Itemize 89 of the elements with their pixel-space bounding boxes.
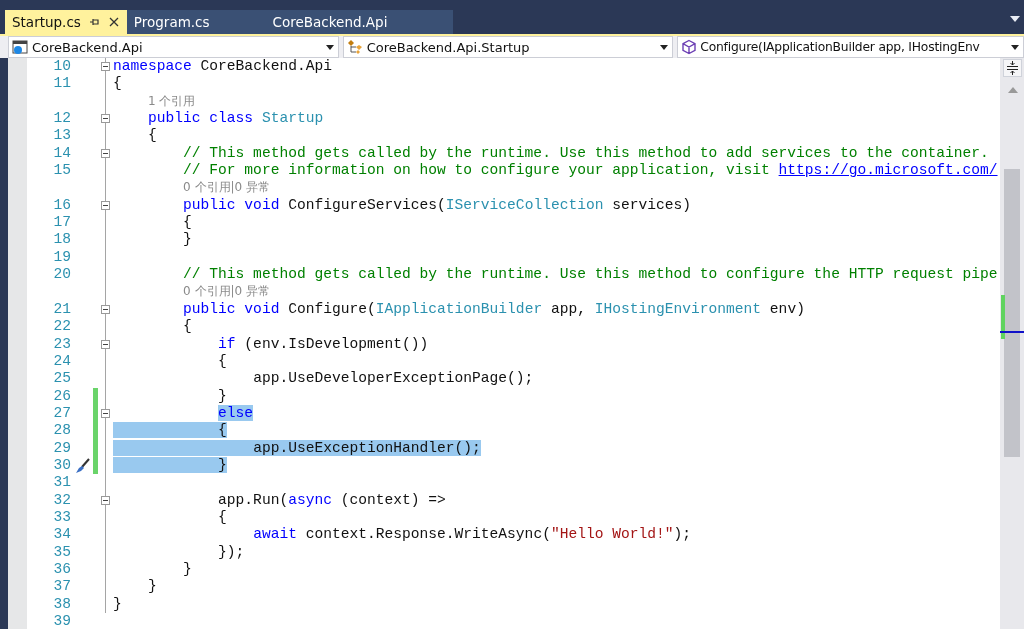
- file-tab[interactable]: Program.cs: [126, 10, 266, 34]
- file-tab[interactable]: Startup.cs: [5, 10, 127, 34]
- collapse-icon[interactable]: [101, 495, 110, 505]
- collapse-icon[interactable]: [101, 114, 110, 124]
- reference-count[interactable]: 0 个引用|0 异常: [183, 283, 271, 301]
- line-number: 39: [53, 613, 71, 629]
- line-number: 19: [53, 248, 71, 265]
- code-line: await context.Response.WriteAsync("Hello World!");: [252, 526, 692, 544]
- code-line: {: [182, 318, 192, 336]
- caret-position-marker: [1000, 331, 1024, 333]
- line-number: 31: [53, 474, 71, 491]
- code-line: // For more information on how to configure your application, visit https://go.microsoft.com/: [182, 162, 998, 180]
- navigation-dropdown[interactable]: CoreBackend.Api: [8, 36, 339, 58]
- code-line: // This method gets called by the runtime. Use this method to configure the HTTP request pipe: [182, 266, 998, 284]
- line-number: 34: [53, 526, 71, 543]
- link[interactable]: https://go.microsoft.com/: [778, 162, 998, 179]
- code-line: app.UseDeveloperExceptionPage();: [252, 370, 534, 388]
- collapse-icon[interactable]: [101, 62, 110, 72]
- brush-icon[interactable]: [74, 457, 90, 474]
- line-number: 17: [53, 214, 71, 231]
- line-number: 36: [53, 560, 71, 577]
- line-number: 22: [53, 318, 71, 335]
- line-number: 35: [53, 543, 71, 560]
- code-line: }: [182, 231, 192, 249]
- project-icon: [12, 39, 28, 55]
- split-icon[interactable]: [1003, 59, 1022, 77]
- scrollbar-change-marker: [1001, 295, 1005, 339]
- navigation-dropdown[interactable]: CoreBackend.Api.Startup: [342, 36, 674, 58]
- line-number: 30: [53, 456, 71, 473]
- code-line: {: [147, 127, 157, 145]
- scrollbar[interactable]: [1000, 58, 1024, 629]
- code-line: if (env.IsDevelopment()): [217, 335, 429, 353]
- code-line: namespace CoreBackend.Api: [113, 58, 332, 76]
- code-line: public void Configure(IApplicationBuilder app, IHostingEnvironment env): [182, 300, 805, 319]
- line-number: 26: [53, 387, 71, 404]
- code-line: }: [182, 560, 192, 579]
- line-number: 32: [53, 491, 71, 508]
- caret-icon: [1011, 44, 1019, 50]
- code-line: {: [113, 422, 227, 440]
- navigation-dropdown[interactable]: Configure(IApplicationBuilder app, IHostingEnv: [677, 36, 1024, 58]
- code-line: {: [113, 75, 122, 93]
- collapse-icon[interactable]: [101, 148, 110, 158]
- code-line: // This method gets called by the runtime. Use this method to add services to the container.: [182, 144, 989, 163]
- line-number: 14: [53, 144, 71, 161]
- scroll-thumb[interactable]: [1004, 169, 1020, 457]
- line-number: 11: [53, 75, 71, 92]
- line-number: 20: [53, 266, 71, 283]
- reference-count[interactable]: 1 个引用: [148, 92, 196, 111]
- line-number: 21: [53, 300, 71, 317]
- code-line: app.UseExceptionHandler();: [113, 439, 481, 457]
- reference-count[interactable]: 0 个引用|0 异常: [183, 179, 271, 197]
- close-icon[interactable]: [108, 17, 119, 27]
- code-line: {: [217, 352, 227, 371]
- line-number: 10: [53, 58, 71, 74]
- collapse-icon[interactable]: [101, 409, 110, 419]
- code-line: {: [217, 508, 227, 527]
- caret-icon: [660, 44, 669, 50]
- code-line: }: [147, 578, 157, 596]
- code-line: app.Run(async (context) =>: [217, 491, 446, 509]
- line-number: 18: [53, 231, 71, 248]
- code-line: }: [217, 387, 227, 405]
- code-line: public void ConfigureServices(IServiceCollection services): [182, 196, 692, 215]
- collapse-icon[interactable]: [101, 305, 110, 314]
- class-icon: [346, 39, 363, 55]
- code-line: {: [182, 214, 192, 232]
- dropdown-icon[interactable]: [1010, 16, 1020, 22]
- cube-icon: [681, 39, 698, 55]
- line-number: 28: [53, 422, 71, 439]
- line-number: 25: [53, 370, 71, 387]
- line-number: 37: [53, 578, 71, 595]
- collapse-icon[interactable]: [101, 339, 110, 349]
- line-number: 16: [53, 196, 71, 213]
- code-line: public class Startup: [147, 110, 324, 128]
- line-number: 24: [53, 352, 71, 369]
- line-number: 12: [53, 110, 71, 127]
- code-line: }: [113, 595, 122, 613]
- caret-icon: [325, 44, 334, 50]
- code-line: }: [113, 456, 227, 475]
- line-number: 38: [53, 595, 71, 612]
- file-tab[interactable]: CoreBackend.Api: [265, 10, 454, 34]
- line-number: 33: [53, 508, 71, 525]
- code-line: });: [217, 543, 245, 561]
- line-number: 29: [53, 439, 71, 456]
- line-number: 13: [53, 127, 71, 144]
- pin-icon[interactable]: [89, 17, 100, 27]
- collapse-icon[interactable]: [101, 200, 110, 210]
- line-number: 15: [53, 162, 71, 179]
- line-number: 23: [53, 335, 71, 352]
- line-number: 27: [53, 404, 71, 421]
